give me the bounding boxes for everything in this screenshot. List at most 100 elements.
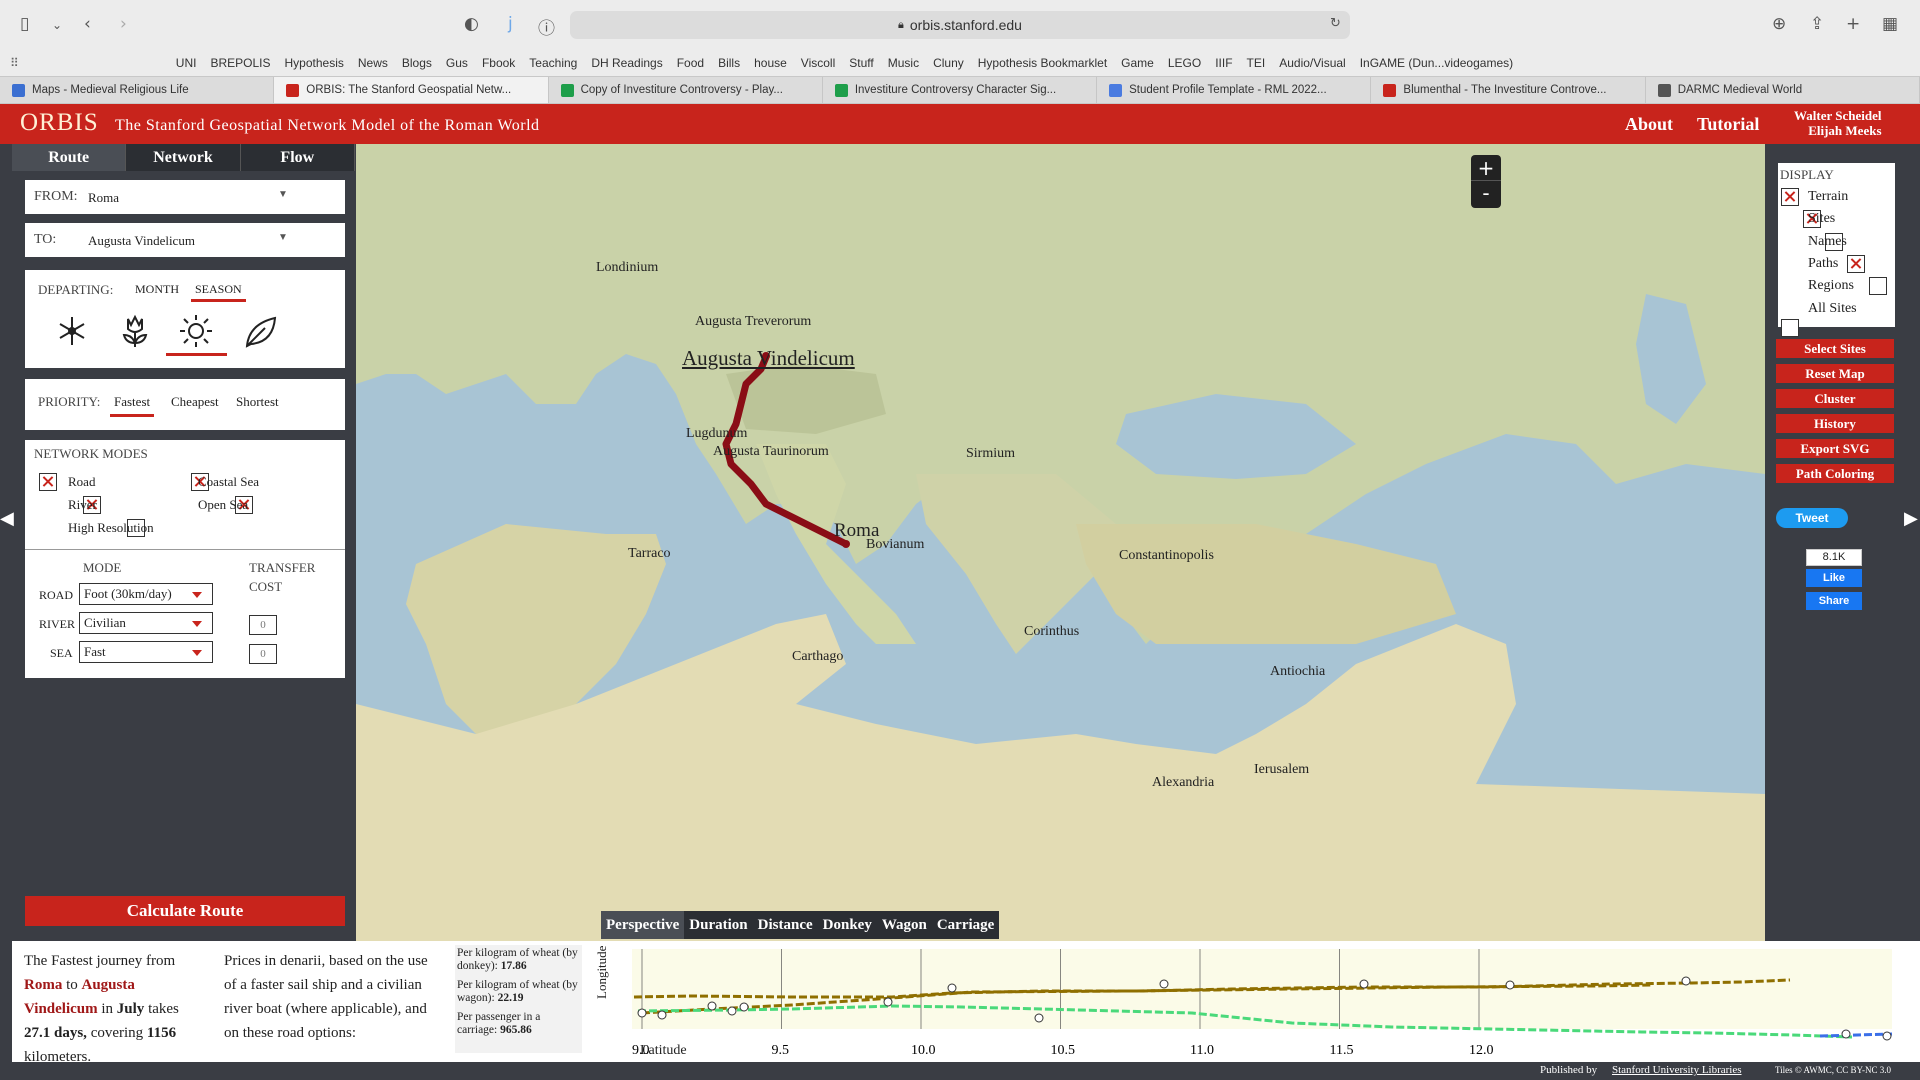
zoom-in-button[interactable]: +: [1471, 155, 1501, 181]
sidebar-toggle-icon[interactable]: ▯: [20, 14, 29, 34]
tab-carriage[interactable]: Carriage: [932, 911, 999, 939]
road-mode-select[interactable]: Foot (30km/day): [79, 583, 213, 605]
bookmark-item[interactable]: Teaching: [522, 56, 584, 70]
library-link[interactable]: Stanford University Libraries: [1612, 1064, 1742, 1076]
season-option[interactable]: SEASON: [191, 282, 246, 302]
road-checkbox[interactable]: [39, 473, 57, 492]
tab-favicon-icon: [1383, 83, 1397, 97]
tab-network[interactable]: Network: [126, 144, 241, 171]
tweet-button[interactable]: Tweet: [1776, 508, 1848, 528]
summer-icon[interactable]: [178, 313, 214, 349]
sea-transfer-cost-input[interactable]: 0: [249, 644, 277, 664]
about-link[interactable]: About: [1625, 114, 1673, 135]
address-bar[interactable]: 🔒︎ orbis.stanford.edu: [570, 11, 1350, 39]
tab-route[interactable]: Route: [12, 144, 127, 171]
cluster-button[interactable]: Cluster: [1776, 389, 1894, 408]
autumn-icon[interactable]: [243, 314, 279, 350]
tab-overview-icon[interactable]: ▦: [1882, 14, 1898, 34]
tab-wagon[interactable]: Wagon: [877, 911, 932, 939]
bookmark-item[interactable]: Gus: [439, 56, 475, 70]
terrain-checkbox[interactable]: [1781, 188, 1799, 207]
priority-fastest[interactable]: Fastest: [110, 394, 155, 417]
regions-checkbox[interactable]: [1869, 277, 1887, 296]
spring-icon[interactable]: [118, 313, 152, 349]
extension-icon[interactable]: j: [508, 14, 513, 34]
browser-tab[interactable]: Student Profile Template - RML 2022...: [1097, 77, 1372, 103]
paths-checkbox[interactable]: [1847, 255, 1865, 274]
tab-donkey[interactable]: Donkey: [818, 911, 877, 939]
bookmark-item[interactable]: Stuff: [842, 56, 880, 70]
tab-duration[interactable]: Duration: [684, 911, 752, 939]
to-select[interactable]: TO: Augusta Vindelicum ▼: [25, 223, 345, 257]
bookmark-item[interactable]: DH Readings: [584, 56, 669, 70]
orbis-logo[interactable]: ORBIS: [20, 109, 99, 137]
bookmark-item[interactable]: Hypothesis: [278, 56, 351, 70]
history-button[interactable]: History: [1776, 414, 1894, 433]
winter-icon[interactable]: [55, 314, 89, 348]
tab-distance[interactable]: Distance: [753, 911, 818, 939]
collapse-left-icon[interactable]: ◀: [0, 508, 14, 529]
priority-cheapest[interactable]: Cheapest: [171, 394, 219, 410]
bookmark-item[interactable]: UNI: [169, 56, 204, 70]
sea-mode-select[interactable]: Fast: [79, 641, 213, 663]
bookmark-item[interactable]: house: [747, 56, 794, 70]
facebook-like-button[interactable]: Like: [1806, 569, 1862, 587]
browser-tab[interactable]: DARMC Medieval World: [1646, 77, 1920, 103]
path-coloring-button[interactable]: Path Coloring: [1776, 464, 1894, 483]
browser-tab[interactable]: Maps - Medieval Religious Life: [0, 77, 275, 103]
river-mode-select[interactable]: Civilian: [79, 612, 213, 634]
reset-map-button[interactable]: Reset Map: [1776, 364, 1894, 383]
tab-title: Student Profile Template - RML 2022...: [1129, 84, 1327, 96]
river-transfer-cost-input[interactable]: 0: [249, 615, 277, 635]
zoom-out-button[interactable]: -: [1471, 181, 1501, 207]
bookmark-item[interactable]: Viscoll: [794, 56, 842, 70]
chevron-down-icon[interactable]: ⌄: [52, 18, 62, 32]
facebook-share-button[interactable]: Share: [1806, 592, 1862, 610]
export-svg-button[interactable]: Export SVG: [1776, 439, 1894, 458]
collapse-right-icon[interactable]: ▶: [1904, 508, 1918, 529]
regions-label: Regions: [1808, 278, 1854, 293]
bookmark-item[interactable]: Blogs: [395, 56, 439, 70]
bookmark-item[interactable]: News: [351, 56, 395, 70]
bookmark-item[interactable]: BREPOLIS: [203, 56, 277, 70]
forward-icon[interactable]: ›: [120, 14, 127, 34]
browser-tab[interactable]: Blumenthal - The Investiture Controve...: [1371, 77, 1646, 103]
from-select[interactable]: FROM: Roma ▼: [25, 180, 345, 214]
bookmark-item[interactable]: Fbook: [475, 56, 522, 70]
bookmark-item[interactable]: IIIF: [1208, 56, 1239, 70]
browser-tab[interactable]: Copy of Investiture Controversy - Play..…: [549, 77, 823, 103]
browser-tab[interactable]: ORBIS: The Stanford Geospatial Netw...: [274, 77, 549, 103]
apps-grid-icon[interactable]: ⠿: [10, 56, 19, 70]
back-icon[interactable]: ‹: [84, 14, 91, 34]
new-tab-icon[interactable]: +: [1846, 14, 1860, 34]
route-perspective-graph[interactable]: Longitude Latitude 9.0 9.5 10.0 10.5 11.0 11.…: [592, 941, 1910, 1062]
author-name: Walter Scheidel: [1794, 108, 1882, 123]
open-sea-label: Open Sea: [198, 497, 249, 512]
bookmark-item[interactable]: LEGO: [1161, 56, 1208, 70]
bookmark-item[interactable]: Bills: [711, 56, 747, 70]
bookmark-item[interactable]: TEI: [1240, 56, 1273, 70]
select-sites-button[interactable]: Select Sites: [1776, 339, 1894, 358]
month-option[interactable]: MONTH: [135, 282, 179, 297]
priority-shortest[interactable]: Shortest: [236, 394, 279, 410]
share-icon[interactable]: ⇪: [1810, 14, 1824, 34]
bookmark-item[interactable]: Music: [881, 56, 926, 70]
bookmark-item[interactable]: Hypothesis Bookmarklet: [971, 56, 1114, 70]
download-icon[interactable]: ⊕: [1772, 14, 1786, 34]
tab-perspective[interactable]: Perspective: [601, 911, 685, 939]
shield-icon[interactable]: ◐: [464, 14, 479, 34]
info-icon[interactable]: ⓘ: [538, 14, 555, 39]
tab-flow[interactable]: Flow: [240, 144, 355, 171]
all-sites-checkbox[interactable]: [1781, 318, 1799, 337]
bookmark-item[interactable]: Food: [670, 56, 711, 70]
bookmark-item[interactable]: InGAME (Dun...videogames): [1353, 56, 1520, 70]
tutorial-link[interactable]: Tutorial: [1697, 114, 1759, 135]
bookmark-item[interactable]: Game: [1114, 56, 1161, 70]
map[interactable]: + - Londinium Augusta Treverorum Augusta…: [356, 144, 1765, 941]
reload-icon[interactable]: ↻: [1330, 16, 1341, 31]
calculate-route-button[interactable]: Calculate Route: [25, 896, 345, 926]
footer: Published by Stanford University Librari…: [0, 1062, 1920, 1080]
bookmark-item[interactable]: Cluny: [926, 56, 971, 70]
bookmark-item[interactable]: Audio/Visual: [1272, 56, 1353, 70]
browser-tab[interactable]: Investiture Controversy Character Sig...: [823, 77, 1098, 103]
